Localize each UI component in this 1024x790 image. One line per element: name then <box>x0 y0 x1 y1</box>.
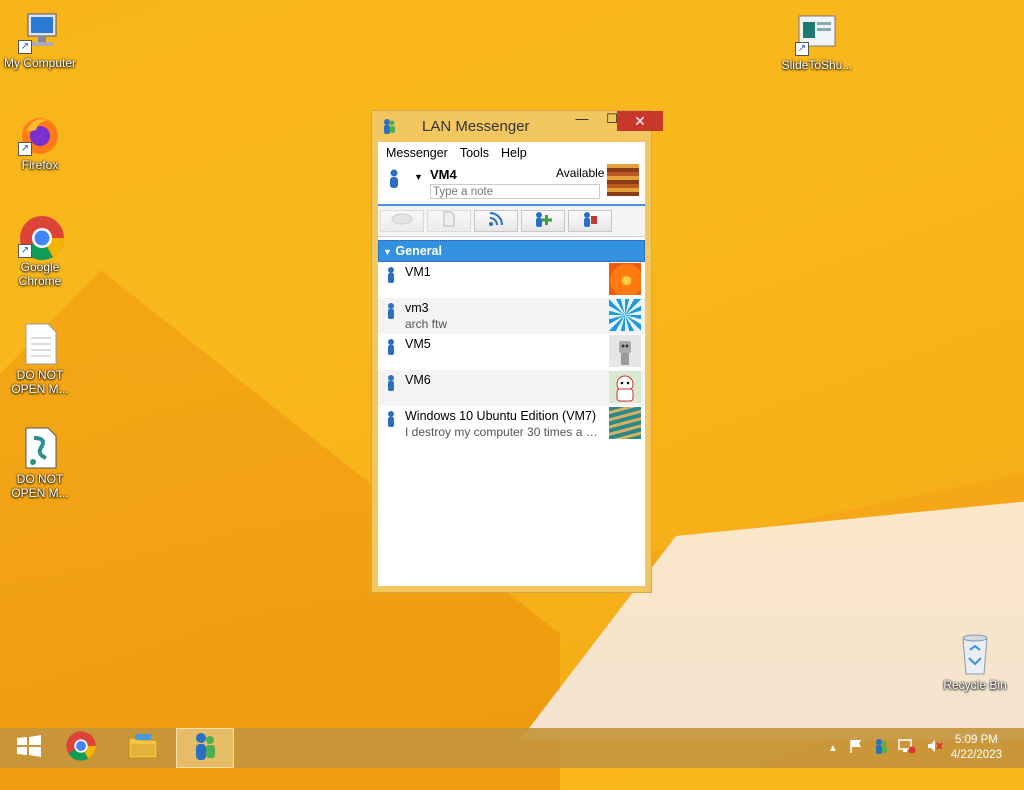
contact-name: vm3 <box>405 301 429 315</box>
contact-item[interactable]: VM6 <box>378 370 645 406</box>
volume-muted-icon[interactable] <box>926 738 944 759</box>
menu-messenger[interactable]: Messenger <box>382 142 456 162</box>
system-tray: ▲ <box>828 728 944 768</box>
network-icon[interactable] <box>898 738 916 759</box>
show-hidden-icons-chevron-icon[interactable]: ▲ <box>828 743 838 754</box>
send-file-button[interactable] <box>427 210 471 232</box>
script-file-icon <box>18 426 62 470</box>
contact-item[interactable]: Windows 10 Ubuntu Edition (VM7) I destro… <box>378 406 645 442</box>
taskbar-clock[interactable]: 5:09 PM 4/22/2023 <box>951 733 1002 763</box>
window-client: Messenger Tools Help ▼ VM4 Available Typ… <box>378 142 645 586</box>
chat-button[interactable] <box>380 210 424 232</box>
contact-avatar <box>609 407 641 439</box>
desktop-icon-recycle-bin[interactable]: Recycle Bin <box>935 632 1015 692</box>
taskbar-lan-messenger[interactable] <box>176 728 234 768</box>
contact-name: VM1 <box>405 265 431 279</box>
status-dropdown-arrow-icon[interactable]: ▼ <box>414 172 423 182</box>
contact-avatar <box>609 263 641 295</box>
broadcast-button[interactable] <box>474 210 518 232</box>
start-button[interactable] <box>0 728 58 768</box>
contact-name: VM6 <box>405 373 431 387</box>
taskbar-file-explorer[interactable] <box>114 728 172 768</box>
contact-item[interactable]: VM5 <box>378 334 645 370</box>
chrome-icon: ↗ <box>18 214 64 260</box>
recycle-bin-icon <box>953 632 997 676</box>
desktop-icon-text-file[interactable]: DO NOT OPEN M... <box>0 322 80 396</box>
contact-item[interactable]: VM1 <box>378 262 645 298</box>
tools-button[interactable] <box>568 210 612 232</box>
text-file-icon <box>18 322 62 366</box>
clock-time: 5:09 PM <box>955 734 998 746</box>
group-header-general[interactable]: ▼ General <box>378 240 645 262</box>
desktop-icon-chrome[interactable]: ↗ Google Chrome <box>0 214 80 288</box>
group-name: General <box>395 244 442 258</box>
user-panel: ▼ VM4 Available <box>378 162 645 204</box>
window-title: LAN Messenger <box>422 118 530 135</box>
clock-date: 4/22/2023 <box>950 749 1002 761</box>
title-bar[interactable]: LAN Messenger — ☐ ✕ <box>372 111 663 141</box>
contact-item[interactable]: vm3 arch ftw <box>378 298 645 334</box>
messenger-tray-icon[interactable] <box>874 738 888 759</box>
folder-icon <box>127 732 159 765</box>
menu-tools[interactable]: Tools <box>456 142 497 162</box>
chrome-icon <box>65 730 97 767</box>
desktop-icon-script-file[interactable]: DO NOT OPEN M... <box>0 426 80 500</box>
taskbar: ▲ 5:09 PM 4/22/2023 <box>0 728 1024 768</box>
user-status[interactable]: Available <box>556 166 604 180</box>
firefox-icon: ↗ <box>18 112 62 156</box>
tools-icon <box>581 211 599 232</box>
contact-avatar <box>609 371 641 403</box>
menu-bar: Messenger Tools Help <box>378 142 645 162</box>
computer-icon: ↗ <box>18 10 62 54</box>
taskbar-chrome[interactable] <box>52 728 110 768</box>
windows-logo-icon <box>15 734 43 763</box>
contact-avatar <box>609 299 641 331</box>
messenger-app-icon <box>192 731 218 766</box>
close-button[interactable]: ✕ <box>617 111 663 131</box>
expand-arrow-icon: ▼ <box>383 247 392 257</box>
user-avatar[interactable] <box>607 164 639 196</box>
desktop-icon-slidetoshutdown[interactable]: ↗ SlideToShu... <box>777 12 857 72</box>
user-status-icon[interactable] <box>388 169 400 194</box>
add-contact-button[interactable] <box>521 210 565 232</box>
contact-note: I destroy my computer 30 times a d... <box>405 425 601 439</box>
lan-messenger-window: LAN Messenger — ☐ ✕ Messenger Tools Help… <box>371 110 663 593</box>
contact-status-icon <box>386 302 396 325</box>
contact-name: VM5 <box>405 337 431 351</box>
contact-name: Windows 10 Ubuntu Edition (VM7) <box>405 409 597 423</box>
file-icon <box>442 211 456 232</box>
toolbar <box>378 206 645 237</box>
add-contact-icon <box>533 211 553 232</box>
note-input[interactable] <box>430 184 600 199</box>
desktop-icon-my-computer[interactable]: ↗ My Computer <box>0 10 80 70</box>
contact-avatar <box>609 335 641 367</box>
slide-to-shutdown-icon: ↗ <box>795 12 839 56</box>
contact-status-icon <box>386 374 396 397</box>
contact-status-icon <box>386 338 396 361</box>
minimize-button[interactable]: — <box>568 111 596 131</box>
messenger-app-icon <box>382 118 396 139</box>
contact-note: arch ftw <box>405 317 448 331</box>
broadcast-icon <box>488 211 504 232</box>
user-name: VM4 <box>430 167 457 182</box>
menu-help[interactable]: Help <box>497 142 535 162</box>
chat-bubble-icon <box>391 212 413 230</box>
action-center-flag-icon[interactable] <box>848 738 864 759</box>
desktop-icon-firefox[interactable]: ↗ Firefox <box>0 112 80 172</box>
contact-status-icon <box>386 410 396 433</box>
contact-status-icon <box>386 266 396 289</box>
